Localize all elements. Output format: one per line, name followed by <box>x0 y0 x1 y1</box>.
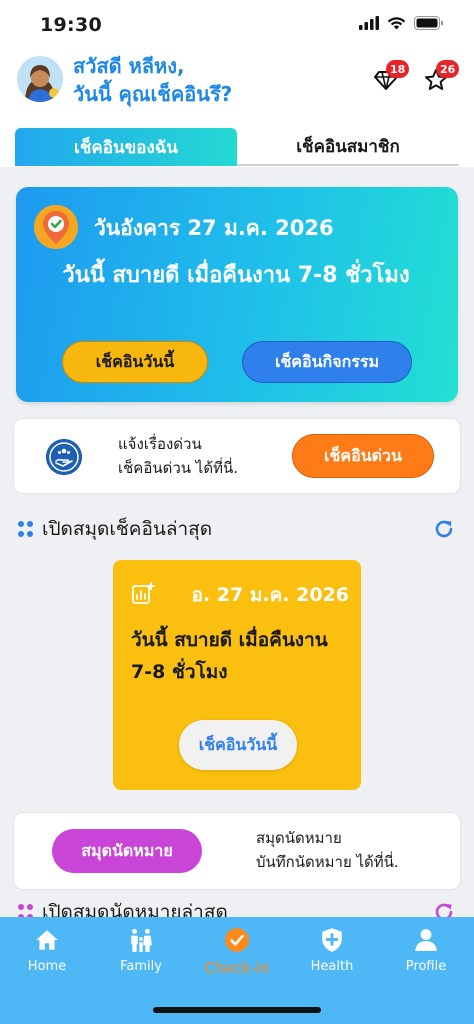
status-bar: 19:30 <box>0 0 474 52</box>
location-pin-icon <box>34 205 78 249</box>
signal-icon <box>359 16 379 30</box>
latest-checkin-title: เปิดสมุดเช็คอินล่าสุด <box>42 518 213 540</box>
latest-checkin-header: เปิดสมุดเช็คอินล่าสุด <box>18 514 212 544</box>
appointment-card: สมุดนัดหมาย สมุดนัดหมาย บันทึกนัดหมาย ได… <box>13 812 461 890</box>
latest-checkin-today-button[interactable]: เช็คอินวันนี้ <box>179 720 297 770</box>
nav-checkin[interactable]: Check-in <box>197 927 277 977</box>
urgent-line2: เช็คอินด่วน ได้ที่นี่. <box>118 459 238 477</box>
appointment-book-button[interactable]: สมุดนัดหมาย <box>52 829 202 873</box>
nav-home[interactable]: Home <box>7 927 87 974</box>
star-count-badge: 26 <box>436 60 460 78</box>
grid-dots-icon <box>18 521 34 537</box>
nav-home-label: Home <box>27 959 67 974</box>
health-shield-icon <box>322 928 342 952</box>
tab-my-checkin[interactable]: เช็คอินของฉัน <box>15 128 237 166</box>
latest-checkin-status: วันนี้ สบายดี เมื่อคืนงาน 7-8 ชั่วโมง <box>131 629 328 683</box>
greeting-line2: วันนี้ คุณเช็คอินรึ? <box>73 82 233 106</box>
appointment-description: สมุดนัดหมาย บันทึกนัดหมาย ได้ที่นี่. <box>256 826 399 874</box>
urgent-checkin-button[interactable]: เช็คอินด่วน <box>292 434 434 478</box>
family-icon <box>131 928 152 952</box>
gems-button[interactable]: 18 <box>374 60 410 96</box>
battery-icon <box>414 16 443 30</box>
avatar-image <box>17 56 63 102</box>
today-status: วันนี้ สบายดี เมื่อคืนงาน 7-8 ชั่วโมง <box>62 263 410 288</box>
checkin-today-button[interactable]: เช็คอินวันนี้ <box>62 341 208 383</box>
today-checkin-card: วันอังคาร 27 ม.ค. 2026 วันนี้ สบายดี เมื… <box>16 187 458 402</box>
nav-health[interactable]: Health <box>292 927 372 974</box>
wifi-icon <box>387 17 406 30</box>
greeting-line1: สวัสดี หลีหง, <box>73 54 185 78</box>
latest-checkin-date: อ. 27 ม.ค. 2026 <box>191 584 349 606</box>
status-icons <box>359 16 444 30</box>
checkin-activity-button[interactable]: เช็คอินกิจกรรม <box>242 341 412 383</box>
urgent-description: แจ้งเรื่องด่วน เช็คอินด่วน ได้ที่นี่. <box>118 432 238 480</box>
avatar[interactable] <box>17 56 63 102</box>
latest-checkin-card[interactable]: อ. 27 ม.ค. 2026 วันนี้ สบายดี เมื่อคืนงา… <box>113 560 361 790</box>
nav-health-label: Health <box>310 959 354 974</box>
profile-icon <box>415 929 437 951</box>
today-date: วันอังคาร 27 ม.ค. 2026 <box>94 216 334 240</box>
urgent-hand-icon <box>46 439 82 475</box>
home-indicator <box>153 1007 321 1013</box>
nav-profile-label: Profile <box>405 959 447 974</box>
home-icon <box>36 930 58 950</box>
nav-family-label: Family <box>120 959 162 974</box>
gem-count-badge: 18 <box>386 60 410 78</box>
checkin-tabs: เช็คอินของฉัน เช็คอินสมาชิก <box>15 128 459 166</box>
appointment-line2: บันทึกนัดหมาย ได้ที่นี่. <box>256 853 399 871</box>
refresh-icon[interactable] <box>432 517 456 541</box>
urgent-checkin-card: แจ้งเรื่องด่วน เช็คอินด่วน ได้ที่นี่. เช… <box>13 418 461 494</box>
tab-member-checkin[interactable]: เช็คอินสมาชิก <box>237 128 459 166</box>
nav-family[interactable]: Family <box>101 927 181 974</box>
nav-checkin-label: Check-in <box>204 959 270 977</box>
stars-button[interactable]: 26 <box>424 60 460 96</box>
greeting: สวัสดี หลีหง, วันนี้ คุณเช็คอินรึ? <box>73 52 232 108</box>
appointment-line1: สมุดนัดหมาย <box>256 829 342 847</box>
status-time: 19:30 <box>40 14 102 36</box>
add-chart-icon <box>132 582 155 604</box>
checkin-check-icon <box>225 928 249 952</box>
urgent-line1: แจ้งเรื่องด่วน <box>118 435 202 453</box>
nav-profile[interactable]: Profile <box>386 927 466 974</box>
